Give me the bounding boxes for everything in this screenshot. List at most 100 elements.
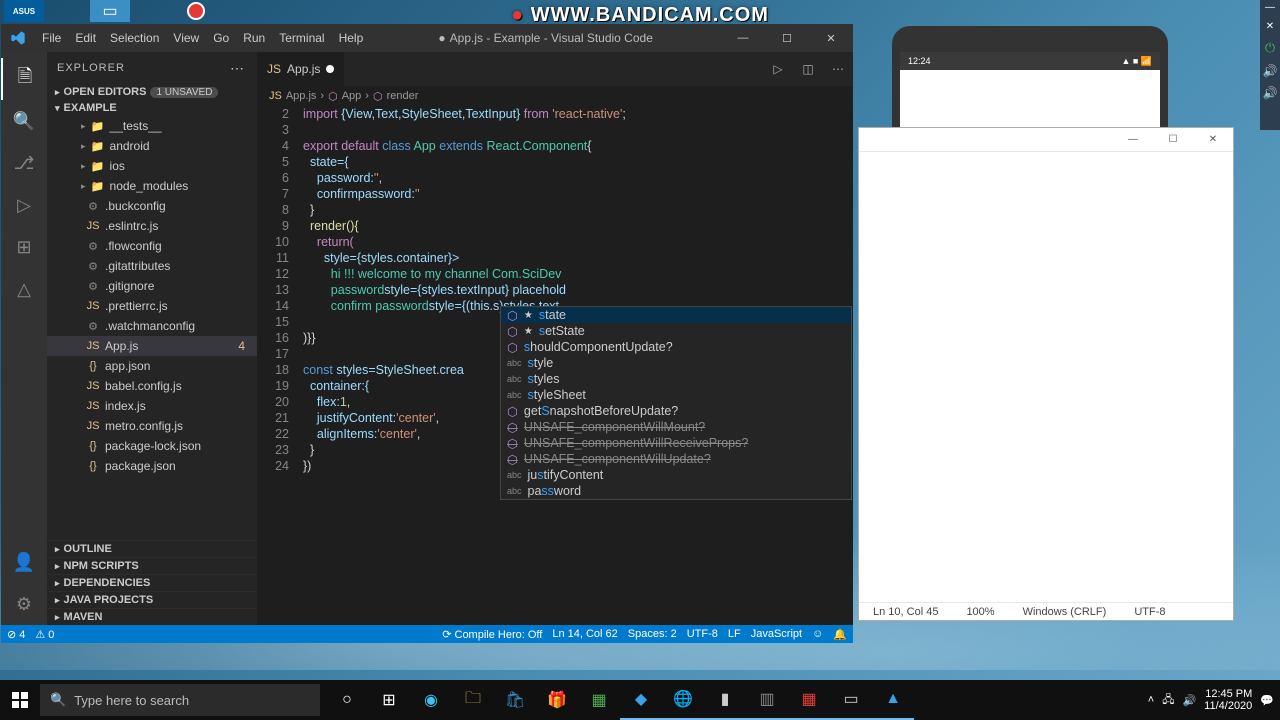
store-icon[interactable]: 🛍 <box>494 680 536 720</box>
strip-min-icon[interactable]: — <box>1265 2 1275 13</box>
tray-notifications-icon[interactable]: 💬 <box>1260 694 1274 707</box>
tray-chevron-icon[interactable]: ˄ <box>1148 694 1154 706</box>
app-icon[interactable]: ▥ <box>746 680 788 720</box>
intellisense-item[interactable]: ⬡UNSAFE_componentWillReceiveProps? <box>501 435 851 451</box>
intellisense-item[interactable]: ⬡UNSAFE_componentWillUpdate? <box>501 451 851 467</box>
tree-item[interactable]: ⚙.gitattributes <box>47 256 257 276</box>
intellisense-item[interactable]: abcstyleSheet <box>501 387 851 403</box>
explorer-icon[interactable]: 🗎 <box>1 58 47 100</box>
maximize-icon[interactable]: ☐ <box>765 24 809 52</box>
chrome-icon[interactable]: 🌐 <box>662 680 704 720</box>
status-bell-icon[interactable]: 🔔 <box>833 628 847 641</box>
menu-go[interactable]: Go <box>206 24 236 52</box>
strip-power-icon[interactable]: ⏻ <box>1265 40 1275 56</box>
tree-item[interactable]: ▸📁node_modules <box>47 176 257 196</box>
win-min-icon[interactable]: — <box>1113 128 1153 151</box>
extensions-icon[interactable]: ⊞ <box>1 226 47 268</box>
menu-terminal[interactable]: Terminal <box>272 24 331 52</box>
tree-item[interactable]: JS.prettierrc.js <box>47 296 257 316</box>
tray-network-icon[interactable]: 🖧 <box>1162 691 1174 710</box>
intellisense-item[interactable]: ⬡UNSAFE_componentWillMount? <box>501 419 851 435</box>
app-icon[interactable]: ▲ <box>872 680 914 720</box>
tree-item[interactable]: ⚙.buckconfig <box>47 196 257 216</box>
testing-icon[interactable]: △ <box>1 268 47 310</box>
status-encoding[interactable]: UTF-8 <box>687 628 718 641</box>
vscode-taskbar-icon[interactable]: ◆ <box>620 680 662 720</box>
system-tray[interactable]: ˄ 🖧 🔊 12:45 PM11/4/2020 💬 <box>1148 688 1280 712</box>
desktop-icon-app[interactable]: ▭ <box>90 0 130 22</box>
minimize-icon[interactable]: — <box>721 24 765 52</box>
win-max-icon[interactable]: ☐ <box>1153 128 1193 151</box>
section-maven[interactable]: ▸MAVEN <box>47 608 257 625</box>
tree-item[interactable]: {}package.json <box>47 456 257 476</box>
section-dependencies[interactable]: ▸DEPENDENCIES <box>47 574 257 591</box>
taskbar-search[interactable]: 🔍 Type here to search <box>40 684 320 716</box>
app-icon[interactable]: ▭ <box>830 680 872 720</box>
tab-more-icon[interactable]: ⋯ <box>823 52 853 86</box>
tree-item[interactable]: ⚙.flowconfig <box>47 236 257 256</box>
tree-item[interactable]: JSmetro.config.js <box>47 416 257 436</box>
search-icon[interactable]: 🔍 <box>1 100 47 142</box>
tree-item[interactable]: ⚙.watchmanconfig <box>47 316 257 336</box>
tree-item[interactable]: ▸📁__tests__ <box>47 116 257 136</box>
cortana-icon[interactable]: ○ <box>326 680 368 720</box>
app-icon[interactable]: ▦ <box>788 680 830 720</box>
desktop-icon-record[interactable] <box>176 0 216 22</box>
intellisense-item[interactable]: ⬡shouldComponentUpdate? <box>501 339 851 355</box>
tray-volume-icon[interactable]: 🔊 <box>1182 694 1196 707</box>
tree-item[interactable]: ⚙.gitignore <box>47 276 257 296</box>
accounts-icon[interactable]: 👤 <box>1 541 47 583</box>
run-icon[interactable]: ▷ <box>763 52 793 86</box>
intellisense-item[interactable]: abcjustifyContent <box>501 467 851 483</box>
menu-view[interactable]: View <box>166 24 206 52</box>
start-button[interactable] <box>0 680 40 720</box>
taskview-icon[interactable]: ⊞ <box>368 680 410 720</box>
project-section[interactable]: ▾EXAMPLE <box>47 100 257 116</box>
tree-item[interactable]: {}package-lock.json <box>47 436 257 456</box>
explorer-icon[interactable]: 🗀 <box>452 680 494 720</box>
win-close-icon[interactable]: ✕ <box>1193 128 1233 151</box>
app-icon[interactable]: ▦ <box>578 680 620 720</box>
menu-file[interactable]: File <box>35 24 68 52</box>
edge-icon[interactable]: ◉ <box>410 680 452 720</box>
tree-item[interactable]: {}app.json <box>47 356 257 376</box>
tray-clock[interactable]: 12:45 PM11/4/2020 <box>1204 688 1252 712</box>
intellisense-item[interactable]: ⬡★setState <box>501 323 851 339</box>
source-control-icon[interactable]: ⎇ <box>1 142 47 184</box>
menu-selection[interactable]: Selection <box>103 24 166 52</box>
intellisense-item[interactable]: ⬡getSnapshotBeforeUpdate? <box>501 403 851 419</box>
status-compile[interactable]: ⟳ Compile Hero: Off <box>442 628 542 641</box>
status-eol[interactable]: LF <box>728 628 741 641</box>
breadcrumb[interactable]: JSApp.js › ⬡ App › ⬡ render <box>257 86 853 106</box>
desktop-icon-asus[interactable]: ASUS <box>4 0 44 22</box>
strip-close-icon[interactable]: ✕ <box>1266 21 1274 32</box>
status-errors[interactable]: ⊘ 4 <box>7 628 25 641</box>
tree-item[interactable]: ▸📁android <box>47 136 257 156</box>
tree-item[interactable]: ▸📁ios <box>47 156 257 176</box>
strip-volume-icon[interactable]: 🔊 <box>1263 64 1278 78</box>
section-outline[interactable]: ▸OUTLINE <box>47 540 257 557</box>
tab-appjs[interactable]: JSApp.js <box>257 52 345 86</box>
tree-item[interactable]: JSApp.js4 <box>47 336 257 356</box>
status-ln-col[interactable]: Ln 14, Col 62 <box>552 628 617 641</box>
status-language[interactable]: JavaScript <box>751 628 802 641</box>
menu-edit[interactable]: Edit <box>68 24 103 52</box>
strip-volume-icon[interactable]: 🔊 <box>1263 86 1278 100</box>
tree-item[interactable]: JSbabel.config.js <box>47 376 257 396</box>
settings-icon[interactable]: ⚙ <box>1 583 47 625</box>
intellisense-item[interactable]: abcpassword <box>501 483 851 499</box>
status-warnings[interactable]: ⚠ 0 <box>35 628 54 641</box>
status-feedback-icon[interactable]: ☺ <box>812 628 823 641</box>
section-java-projects[interactable]: ▸JAVA PROJECTS <box>47 591 257 608</box>
split-editor-icon[interactable]: ◫ <box>793 52 823 86</box>
run-debug-icon[interactable]: ▷ <box>1 184 47 226</box>
menu-help[interactable]: Help <box>332 24 371 52</box>
app-icon[interactable]: 🎁 <box>536 680 578 720</box>
intellisense-item[interactable]: abcstyles <box>501 371 851 387</box>
cmd-icon[interactable]: ▮ <box>704 680 746 720</box>
intellisense-popup[interactable]: ⬡★state⬡★setState⬡shouldComponentUpdate?… <box>500 306 852 500</box>
vscode-menubar[interactable]: FileEditSelectionViewGoRunTerminalHelp <box>35 24 370 52</box>
open-editors-section[interactable]: ▸OPEN EDITORS 1 UNSAVED <box>47 84 257 100</box>
tree-item[interactable]: JSindex.js <box>47 396 257 416</box>
explorer-more-icon[interactable]: ⋯ <box>230 60 247 77</box>
